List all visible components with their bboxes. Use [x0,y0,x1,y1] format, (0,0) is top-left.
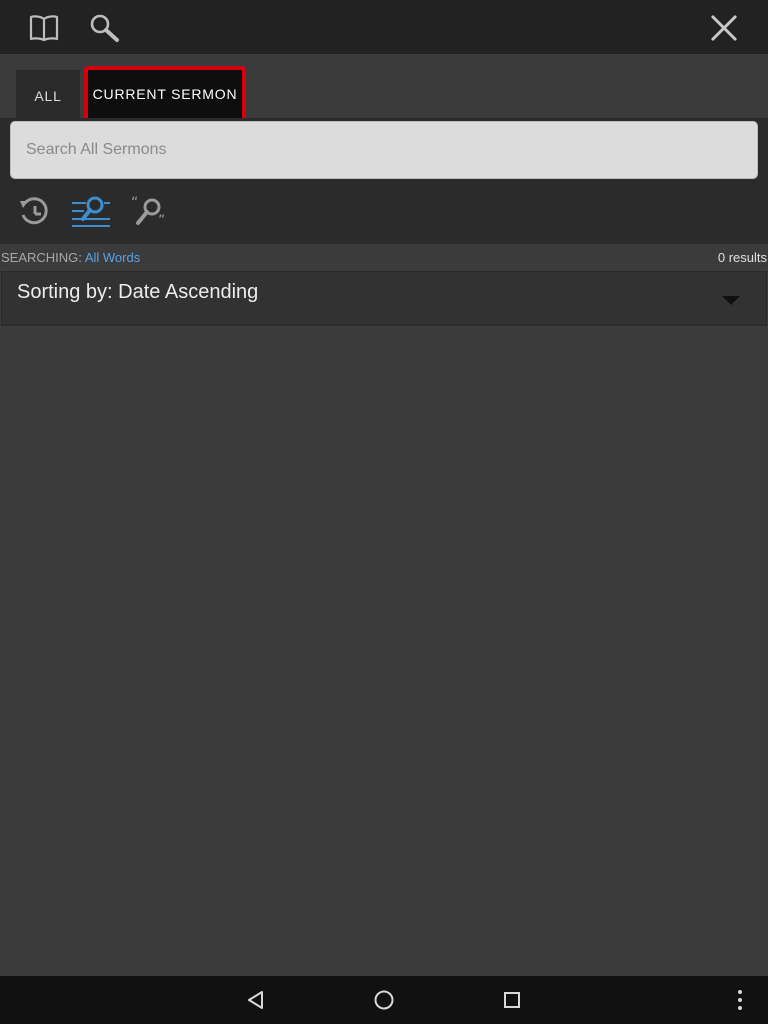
tab-bar: ALL CURRENT SERMON [0,54,768,122]
search-icon [90,14,119,42]
recents-icon [504,992,520,1008]
results-count: 0 results [717,250,767,265]
more-icon [738,990,742,1010]
tab-all-label: ALL [34,88,62,104]
search-area [0,118,768,182]
search-tools-row: “ ” [0,182,768,244]
close-icon [710,14,738,42]
search-filter-button[interactable] [70,192,112,232]
search-filter-icon [72,196,110,227]
back-button[interactable] [236,984,276,1016]
more-button[interactable] [720,984,760,1016]
recents-button[interactable] [492,984,532,1016]
book-button[interactable] [24,8,64,48]
book-icon [29,15,59,42]
searching-label: SEARCHING: [1,250,82,265]
search-quote-icon: “ ” [131,195,165,229]
tab-all[interactable]: ALL [16,70,80,122]
tab-current-sermon-label: CURRENT SERMON [92,86,238,102]
search-input[interactable] [10,121,758,179]
close-button[interactable] [704,8,744,48]
history-button[interactable] [13,192,55,232]
search-button[interactable] [84,8,124,48]
back-icon [248,991,263,1009]
searching-mode-link[interactable]: All Words [85,250,140,265]
home-button[interactable] [364,984,404,1016]
svg-text:”: ” [158,213,165,229]
home-icon [374,990,394,1010]
search-status-row: SEARCHING: All Words 0 results [0,246,768,270]
app-top-bar [0,0,768,54]
search-quote-button[interactable]: “ ” [130,192,172,232]
tab-current-sermon-highlight: CURRENT SERMON [84,66,246,122]
sort-dropdown[interactable]: Sorting by: Date Ascending [1,271,767,326]
svg-text:“: “ [131,195,138,211]
history-icon [20,197,48,225]
sort-label: Sorting by: Date Ascending [17,281,259,303]
system-nav-bar [0,976,768,1024]
results-list [0,328,768,976]
searching-status: SEARCHING: All Words [1,250,140,265]
chevron-down-icon [722,296,740,305]
